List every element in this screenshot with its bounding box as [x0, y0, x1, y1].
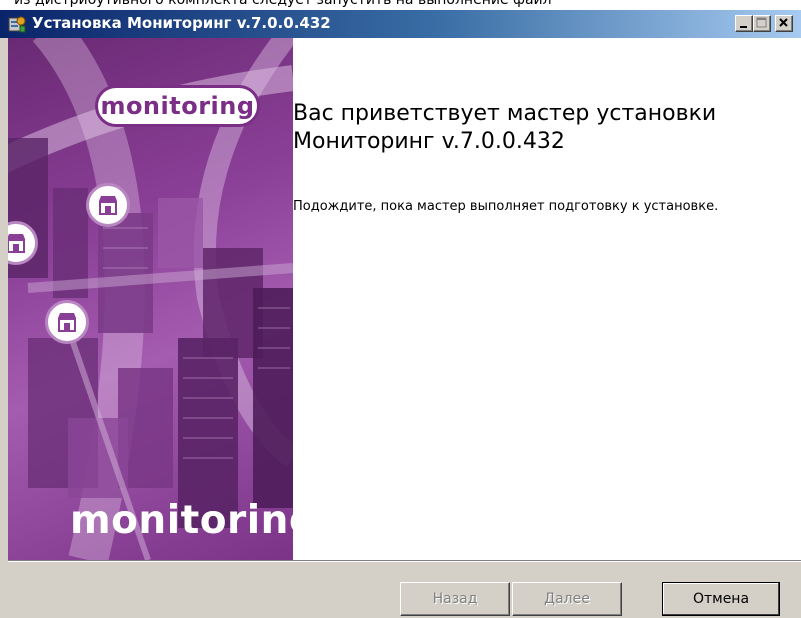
- welcome-heading-line1: Вас приветствует мастер установки: [293, 101, 717, 126]
- cancel-button-label: Отмена: [692, 591, 750, 607]
- minimize-button[interactable]: [735, 15, 753, 32]
- logo-text: monitoring: [100, 92, 255, 120]
- maximize-icon: [756, 17, 767, 28]
- store-icon: [99, 196, 117, 215]
- installer-window: Установка Мониторинг v.7.0.0.432 monitor…: [0, 10, 801, 618]
- store-icon: [58, 313, 76, 332]
- next-button-label: Далее: [544, 591, 590, 607]
- close-icon: [779, 18, 788, 27]
- installer-icon: [8, 16, 26, 33]
- status-message: Подождите, пока мастер выполняет подгото…: [293, 199, 719, 214]
- banner-image: monitoring monitoring: [8, 38, 293, 560]
- store-pin: [45, 300, 89, 344]
- welcome-heading-line2: Мониторинг v.7.0.0.432: [293, 129, 565, 154]
- back-button-label: Назад: [432, 591, 478, 607]
- document-text-snippet: из дистрибутивного комплекта следует зап…: [0, 0, 801, 10]
- cancel-button[interactable]: Отмена: [662, 582, 780, 616]
- back-button[interactable]: Назад: [400, 582, 510, 616]
- welcome-heading: Вас приветствует мастер установки Монито…: [293, 100, 763, 156]
- divider: [8, 560, 801, 562]
- monitoring-logo: monitoring: [95, 85, 260, 127]
- document-text: из дистрибутивного комплекта следует зап…: [14, 0, 552, 8]
- close-button[interactable]: [775, 15, 793, 32]
- store-icon: [8, 234, 25, 253]
- title-bar[interactable]: Установка Мониторинг v.7.0.0.432: [0, 10, 801, 38]
- minimize-icon: [740, 26, 747, 28]
- window-title: Установка Мониторинг v.7.0.0.432: [32, 14, 331, 32]
- welcome-pane: Вас приветствует мастер установки Монито…: [293, 38, 801, 560]
- maximize-button[interactable]: [753, 15, 771, 32]
- store-pin: [86, 183, 130, 227]
- next-button[interactable]: Далее: [512, 582, 622, 616]
- monitoring-wordmark: monitoring: [70, 498, 293, 543]
